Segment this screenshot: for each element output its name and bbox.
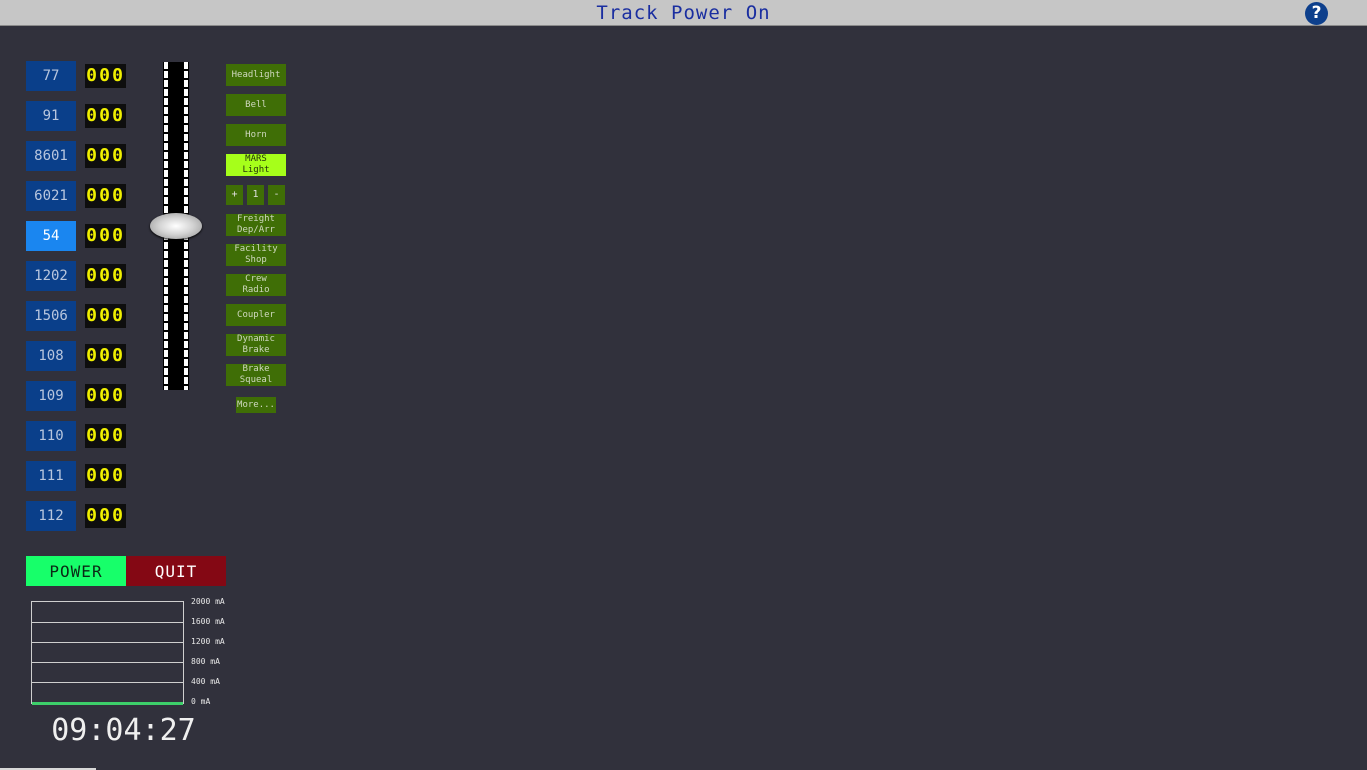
speed-digit: 0 (86, 225, 97, 246)
function-button-bell[interactable]: Bell (226, 94, 286, 116)
function-button-mars-light[interactable]: MARS Light (226, 154, 286, 176)
speed-digit: 0 (99, 145, 110, 166)
speed-digit: 0 (99, 225, 110, 246)
speed-digit: 0 (112, 305, 123, 326)
function-button-crew-radio[interactable]: Crew Radio (226, 274, 286, 296)
speed-digit: 0 (112, 465, 123, 486)
loco-button-1202[interactable]: 1202 (26, 261, 76, 291)
stepper-minus-button[interactable]: - (268, 185, 285, 205)
speed-digit: 0 (112, 225, 123, 246)
loco-button-112[interactable]: 112 (26, 501, 76, 531)
meter-label: 800 mA (191, 657, 220, 666)
function-button-facility-shop[interactable]: Facility Shop (226, 244, 286, 266)
speed-readout: 000 (85, 504, 126, 528)
speed-digit: 0 (86, 345, 97, 366)
speed-digit: 0 (99, 305, 110, 326)
function-button-horn[interactable]: Horn (226, 124, 286, 146)
speed-digit: 0 (86, 65, 97, 86)
speed-digit: 0 (86, 145, 97, 166)
speed-digit: 0 (112, 145, 123, 166)
speed-digit: 0 (86, 185, 97, 206)
speed-readout: 000 (85, 384, 126, 408)
current-level-bar (32, 702, 183, 705)
meter-label: 2000 mA (191, 597, 225, 606)
speed-digit: 0 (86, 305, 97, 326)
meter-gridline (32, 642, 183, 643)
speed-readout: 000 (85, 464, 126, 488)
speed-readout: 000 (85, 104, 126, 128)
meter-gridline (32, 662, 183, 663)
speed-readout: 000 (85, 64, 126, 88)
speed-digit: 0 (112, 265, 123, 286)
track-power-status: Track Power On (596, 2, 771, 24)
loco-button-54[interactable]: 54 (26, 221, 76, 251)
quit-button[interactable]: QUIT (126, 556, 226, 586)
speed-digit: 0 (112, 345, 123, 366)
speed-digit: 0 (99, 105, 110, 126)
speed-digit: 0 (99, 385, 110, 406)
speed-digit: 0 (86, 385, 97, 406)
loco-button-1506[interactable]: 1506 (26, 301, 76, 331)
current-meter (31, 601, 184, 705)
speed-digit: 0 (86, 265, 97, 286)
function-button-coupler[interactable]: Coupler (226, 304, 286, 326)
function-button-dynamic-brake[interactable]: Dynamic Brake (226, 334, 286, 356)
speed-readout: 000 (85, 304, 126, 328)
meter-label: 400 mA (191, 677, 220, 686)
speed-readout: 000 (85, 344, 126, 368)
loco-button-77[interactable]: 77 (26, 61, 76, 91)
loco-button-111[interactable]: 111 (26, 461, 76, 491)
speed-digit: 0 (112, 425, 123, 446)
speed-readout: 000 (85, 144, 126, 168)
speed-digit: 0 (86, 105, 97, 126)
speed-digit: 0 (112, 185, 123, 206)
speed-readout: 000 (85, 424, 126, 448)
speed-digit: 0 (99, 185, 110, 206)
stepper-value: 1 (247, 185, 264, 205)
loco-button-91[interactable]: 91 (26, 101, 76, 131)
speed-digit: 0 (99, 465, 110, 486)
meter-label: 0 mA (191, 697, 211, 706)
speed-digit: 0 (99, 505, 110, 526)
speed-readout: 000 (85, 184, 126, 208)
speed-digit: 0 (112, 65, 123, 86)
loco-button-109[interactable]: 109 (26, 381, 76, 411)
loco-button-108[interactable]: 108 (26, 341, 76, 371)
throttle-slider-knob[interactable] (150, 213, 202, 239)
meter-label: 1200 mA (191, 637, 225, 646)
speed-digit: 0 (99, 345, 110, 366)
function-button-headlight[interactable]: Headlight (226, 64, 286, 86)
speed-readout: 000 (85, 264, 126, 288)
meter-gridline (32, 682, 183, 683)
meter-gridline (32, 622, 183, 623)
speed-digit: 0 (112, 385, 123, 406)
clock: 09:04:27 (51, 713, 196, 748)
function-button-brake-squeal[interactable]: Brake Squeal (226, 364, 286, 386)
power-button[interactable]: POWER (26, 556, 126, 586)
speed-digit: 0 (86, 505, 97, 526)
loco-button-8601[interactable]: 8601 (26, 141, 76, 171)
loco-button-110[interactable]: 110 (26, 421, 76, 451)
speed-digit: 0 (112, 105, 123, 126)
speed-digit: 0 (86, 465, 97, 486)
speed-digit: 0 (99, 425, 110, 446)
more-functions-button[interactable]: More... (236, 397, 276, 413)
meter-label: 1600 mA (191, 617, 225, 626)
speed-readout: 000 (85, 224, 126, 248)
speed-digit: 0 (86, 425, 97, 446)
stepper-plus-button[interactable]: + (226, 185, 243, 205)
speed-digit: 0 (99, 265, 110, 286)
help-button[interactable]: ? (1305, 2, 1328, 25)
speed-digit: 0 (112, 505, 123, 526)
loco-button-6021[interactable]: 6021 (26, 181, 76, 211)
function-button-freight-dep-arr[interactable]: Freight Dep/Arr (226, 214, 286, 236)
speed-digit: 0 (99, 65, 110, 86)
